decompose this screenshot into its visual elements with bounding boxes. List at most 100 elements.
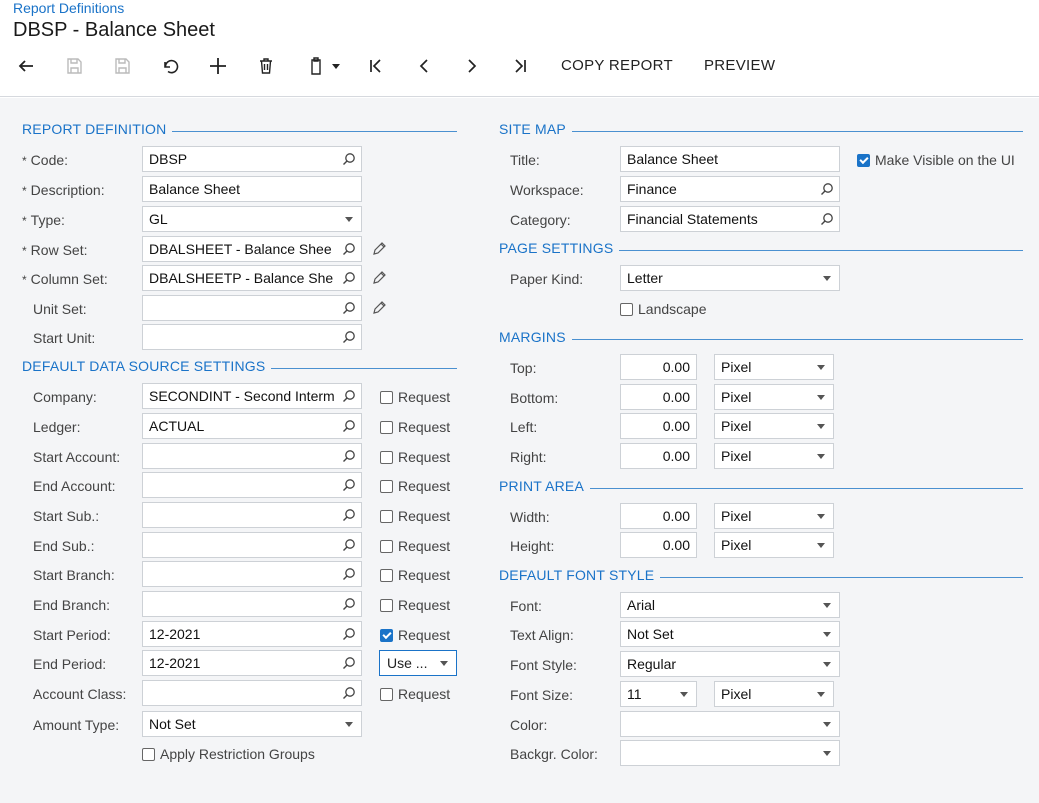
checkbox-box[interactable]: [857, 153, 870, 167]
search-icon[interactable]: [342, 242, 356, 256]
data-source-field[interactable]: [142, 680, 362, 706]
last-record-button[interactable]: [506, 50, 534, 82]
unit-set-field[interactable]: [142, 295, 362, 321]
paper-kind-select[interactable]: Letter: [620, 265, 840, 291]
color-select[interactable]: [620, 711, 840, 737]
margins-value-field[interactable]: 0.00: [620, 413, 697, 439]
checkbox-box[interactable]: [620, 302, 633, 316]
request-checkbox[interactable]: Request: [380, 478, 450, 494]
search-icon[interactable]: [342, 271, 356, 285]
add-button[interactable]: [204, 50, 232, 82]
edit-pencil-icon[interactable]: [371, 300, 387, 316]
checkbox-box[interactable]: [380, 420, 393, 434]
end-period-option-select[interactable]: Use ...: [379, 650, 457, 676]
search-icon[interactable]: [342, 478, 356, 492]
search-icon[interactable]: [342, 330, 356, 344]
search-icon[interactable]: [342, 538, 356, 552]
checkbox-box[interactable]: [380, 628, 393, 642]
workspace-field[interactable]: Finance: [620, 176, 840, 202]
backgr-color-select[interactable]: [620, 740, 840, 766]
search-icon[interactable]: [342, 597, 356, 611]
font-size-select[interactable]: 11: [620, 681, 697, 707]
margins-unit-select[interactable]: Pixel: [714, 354, 834, 380]
request-checkbox[interactable]: Request: [380, 538, 450, 554]
margins-unit-select[interactable]: Pixel: [714, 443, 834, 469]
font-size-unit-select[interactable]: Pixel: [714, 681, 834, 707]
data-source-field[interactable]: 12-2021: [142, 650, 362, 676]
checkbox-box[interactable]: [380, 450, 393, 464]
amount-type-select[interactable]: Not Set: [142, 711, 362, 737]
margins-unit-select[interactable]: Pixel: [714, 413, 834, 439]
category-field[interactable]: Financial Statements: [620, 206, 840, 232]
clipboard-button[interactable]: [300, 50, 346, 82]
back-button[interactable]: [12, 50, 40, 82]
column-set-field[interactable]: DBALSHEETP - Balance She: [142, 265, 362, 291]
search-icon[interactable]: [342, 152, 356, 166]
search-icon[interactable]: [342, 389, 356, 403]
print_area-unit-select[interactable]: Pixel: [714, 532, 834, 558]
data-source-field[interactable]: [142, 443, 362, 469]
data-source-field[interactable]: 12-2021: [142, 621, 362, 647]
margins-value-field[interactable]: 0.00: [620, 384, 697, 410]
search-icon[interactable]: [342, 567, 356, 581]
data-source-field[interactable]: [142, 472, 362, 498]
preview-button[interactable]: PREVIEW: [704, 57, 775, 74]
start-unit-field[interactable]: [142, 324, 362, 350]
margins-value-field[interactable]: 0.00: [620, 443, 697, 469]
request-checkbox[interactable]: Request: [380, 597, 450, 613]
row-set-field[interactable]: DBALSHEET - Balance Shee: [142, 236, 362, 262]
next-record-button[interactable]: [458, 50, 486, 82]
code-field[interactable]: DBSP: [142, 146, 362, 172]
description-field[interactable]: Balance Sheet: [142, 176, 362, 202]
request-checkbox[interactable]: Request: [380, 389, 450, 405]
search-icon[interactable]: [820, 212, 834, 226]
checkbox-box[interactable]: [380, 539, 393, 553]
request-checkbox[interactable]: Request: [380, 567, 450, 583]
checkbox-box[interactable]: [142, 747, 155, 761]
search-icon[interactable]: [342, 627, 356, 641]
search-icon[interactable]: [342, 301, 356, 315]
delete-button[interactable]: [252, 50, 280, 82]
title-field[interactable]: Balance Sheet: [620, 146, 840, 172]
search-icon[interactable]: [820, 182, 834, 196]
edit-pencil-icon[interactable]: [371, 270, 387, 286]
request-checkbox[interactable]: Request: [380, 419, 450, 435]
data-source-field[interactable]: [142, 532, 362, 558]
data-source-field[interactable]: ACTUAL: [142, 413, 362, 439]
data-source-field[interactable]: SECONDINT - Second Interm: [142, 383, 362, 409]
request-checkbox[interactable]: Request: [380, 508, 450, 524]
checkbox-box[interactable]: [380, 568, 393, 582]
request-checkbox[interactable]: Request: [380, 449, 450, 465]
checkbox-box[interactable]: [380, 509, 393, 523]
text-align-select[interactable]: Not Set: [620, 621, 840, 647]
search-icon[interactable]: [342, 686, 356, 700]
make-visible-checkbox[interactable]: Make Visible on the UI: [857, 152, 1015, 168]
type-select[interactable]: GL: [142, 206, 362, 232]
breadcrumb[interactable]: Report Definitions: [13, 0, 124, 16]
data-source-field[interactable]: [142, 502, 362, 528]
previous-record-button[interactable]: [410, 50, 438, 82]
checkbox-box[interactable]: [380, 479, 393, 493]
save-button[interactable]: [108, 50, 136, 82]
request-checkbox[interactable]: Request: [380, 627, 450, 643]
margins-unit-select[interactable]: Pixel: [714, 384, 834, 410]
checkbox-box[interactable]: [380, 598, 393, 612]
search-icon[interactable]: [342, 656, 356, 670]
landscape-checkbox[interactable]: Landscape: [620, 301, 707, 317]
print_area-unit-select[interactable]: Pixel: [714, 503, 834, 529]
print_area-value-field[interactable]: 0.00: [620, 503, 697, 529]
first-record-button[interactable]: [362, 50, 390, 82]
search-icon[interactable]: [342, 419, 356, 433]
margins-value-field[interactable]: 0.00: [620, 354, 697, 380]
search-icon[interactable]: [342, 508, 356, 522]
undo-button[interactable]: [156, 50, 184, 82]
request-checkbox[interactable]: Request: [380, 686, 450, 702]
data-source-field[interactable]: [142, 591, 362, 617]
checkbox-box[interactable]: [380, 687, 393, 701]
search-icon[interactable]: [342, 449, 356, 463]
font-select[interactable]: Arial: [620, 592, 840, 618]
edit-pencil-icon[interactable]: [371, 241, 387, 257]
checkbox-box[interactable]: [380, 390, 393, 404]
print_area-value-field[interactable]: 0.00: [620, 532, 697, 558]
font-style-select[interactable]: Regular: [620, 651, 840, 677]
